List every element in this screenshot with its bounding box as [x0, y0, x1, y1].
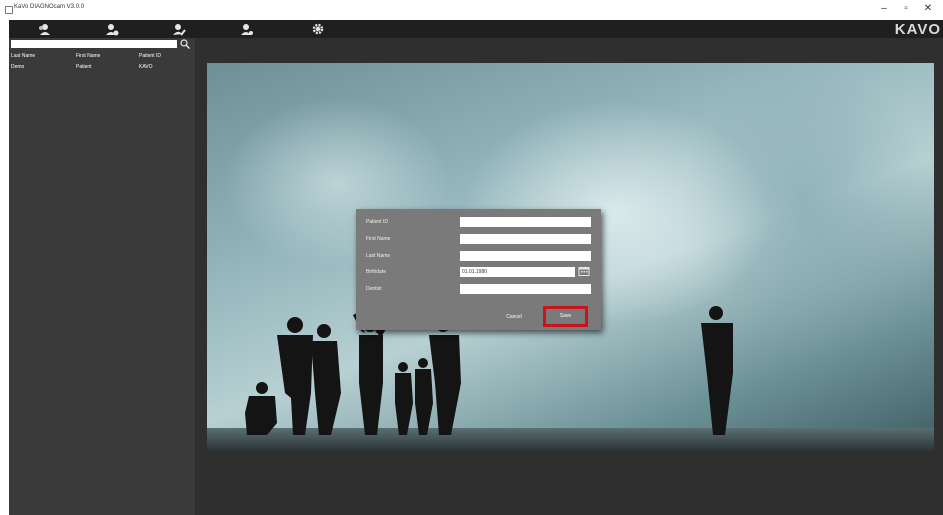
search-input[interactable]	[11, 40, 177, 48]
patient-sidebar: Last Name First Name Patient ID Demo Pat…	[9, 38, 195, 515]
kavo-logo: KAVO	[894, 21, 941, 38]
cancel-button[interactable]: Cancel	[499, 307, 529, 327]
column-first-name[interactable]: First Name	[76, 53, 100, 59]
patient-id-label: Patient ID	[366, 219, 388, 225]
add-patient-icon[interactable]	[105, 22, 119, 36]
minimize-button[interactable]: –	[877, 2, 891, 16]
app-icon	[5, 6, 13, 14]
dentist-label: Dentist	[366, 286, 382, 292]
close-button[interactable]: ✕	[921, 2, 935, 16]
new-patient-dialog: Patient ID First Name Last Name Birthdat…	[356, 209, 601, 330]
search-icon[interactable]	[179, 38, 191, 50]
window-title: KaVo DIAGNOcam V3.0.0	[14, 4, 85, 10]
column-patient-id[interactable]: Patient ID	[139, 53, 161, 59]
edit-patient-icon[interactable]	[172, 22, 186, 36]
dentist-field[interactable]	[460, 284, 591, 294]
cell-first-name: Patient	[76, 64, 92, 70]
last-name-label: Last Name	[366, 253, 391, 259]
patient-id-field[interactable]	[460, 217, 591, 227]
cell-patient-id: KAVO	[139, 64, 153, 70]
maximize-button[interactable]: ▫	[899, 2, 913, 16]
column-last-name[interactable]: Last Name	[11, 53, 35, 59]
birthdate-field[interactable]	[460, 267, 575, 277]
calendar-icon[interactable]	[578, 266, 590, 276]
window-titlebar: KaVo DIAGNOcam V3.0.0 – ▫ ✕	[0, 0, 943, 20]
patient-list-header: Last Name First Name Patient ID	[9, 53, 195, 63]
patient-row[interactable]: Demo Patient KAVO	[9, 64, 195, 74]
first-name-field[interactable]	[460, 234, 591, 244]
cell-last-name: Demo	[11, 64, 25, 70]
toolbar: KAVO	[9, 20, 943, 38]
last-name-field[interactable]	[460, 251, 591, 261]
first-name-label: First Name	[366, 236, 391, 242]
birthdate-label: Birthdate	[366, 269, 387, 275]
user-icon[interactable]	[240, 22, 254, 36]
settings-gear-icon[interactable]	[311, 22, 325, 36]
patients-icon[interactable]	[38, 22, 52, 36]
save-button[interactable]: Save	[543, 306, 588, 327]
